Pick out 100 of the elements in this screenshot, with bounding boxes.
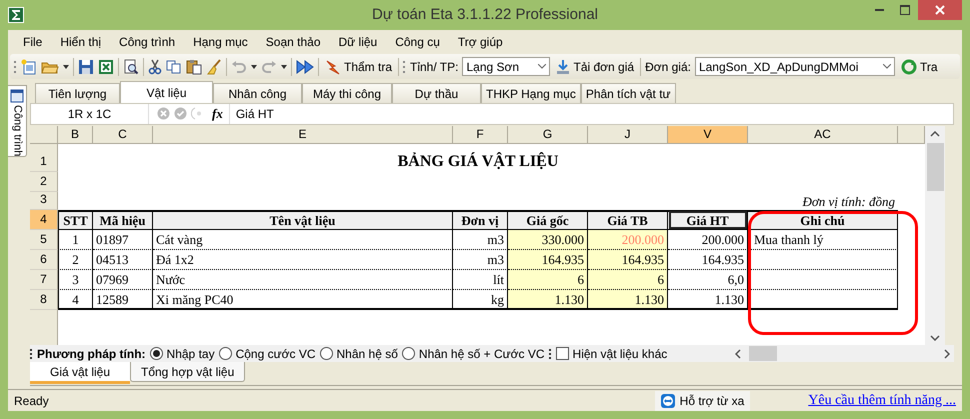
checkbox-label[interactable]: Hiện vật liệu khác bbox=[572, 344, 668, 363]
province-label: Tỉnh/ TP: bbox=[410, 58, 458, 76]
calc-method-label: Phương pháp tính: bbox=[37, 346, 146, 363]
column-header[interactable]: G bbox=[508, 126, 588, 144]
menu-item[interactable]: File bbox=[14, 33, 52, 51]
menu-item[interactable]: Công cụ bbox=[386, 33, 449, 51]
caret-icon[interactable] bbox=[251, 64, 257, 68]
minimize-icon bbox=[874, 9, 884, 11]
close-icon bbox=[935, 5, 945, 15]
tab[interactable]: THKP Hạng mục bbox=[481, 83, 581, 103]
column-header[interactable]: J bbox=[588, 126, 668, 144]
app-logo-icon bbox=[8, 7, 24, 23]
radio-label[interactable]: Nhân hệ số bbox=[336, 344, 398, 363]
radio-button[interactable] bbox=[150, 347, 163, 360]
close-button[interactable] bbox=[918, 0, 962, 20]
table-cell: 164.935 bbox=[588, 250, 668, 270]
sheet-tab[interactable]: Tổng hợp vật liệu bbox=[130, 362, 246, 382]
province-select[interactable]: Lạng Sơn bbox=[462, 57, 550, 76]
column-heading: Giá gốc bbox=[508, 210, 588, 230]
scroll-right-icon[interactable] bbox=[944, 348, 950, 359]
price-set-label: Đơn giá: bbox=[645, 58, 691, 76]
row-header[interactable]: 7 bbox=[30, 270, 58, 290]
new-document-icon[interactable] bbox=[21, 58, 37, 74]
table-cell: 12589 bbox=[93, 290, 153, 310]
caret-icon[interactable] bbox=[281, 64, 287, 68]
table-cell: Nước bbox=[153, 270, 453, 290]
scroll-down-icon[interactable] bbox=[930, 335, 940, 342]
fast-forward-icon[interactable] bbox=[296, 58, 314, 74]
menu-item[interactable]: Hiển thị bbox=[51, 33, 110, 51]
table-cell: 6 bbox=[508, 270, 588, 290]
column-heading: Giá HT bbox=[668, 210, 748, 230]
scroll-left-icon[interactable] bbox=[735, 348, 742, 359]
sheet-tab[interactable]: Giá vật liệu bbox=[30, 362, 130, 384]
column-header[interactable]: V bbox=[668, 126, 748, 144]
spreadsheet-export-icon[interactable] bbox=[98, 58, 114, 74]
row-header[interactable]: 4 bbox=[30, 210, 58, 230]
table-cell: Mua thanh lý bbox=[748, 230, 898, 250]
save-icon[interactable] bbox=[78, 58, 94, 74]
table-cell: 6,0 bbox=[668, 270, 748, 290]
column-header[interactable]: C bbox=[93, 126, 153, 144]
caret-icon[interactable] bbox=[63, 64, 69, 68]
tab[interactable]: Tiên lượng bbox=[35, 83, 120, 103]
print-preview-icon[interactable] bbox=[123, 58, 139, 74]
corner-cell[interactable] bbox=[30, 126, 58, 144]
table-cell: 164.935 bbox=[508, 250, 588, 270]
radio-label[interactable]: Cộng cước VC bbox=[236, 344, 316, 363]
scrollbar-thumb[interactable] bbox=[749, 346, 778, 362]
review-button[interactable]: Thẩm tra bbox=[323, 58, 394, 76]
side-tab[interactable]: Công trình bbox=[8, 85, 27, 157]
tab[interactable]: Phân tích vật tư bbox=[580, 83, 676, 103]
radio-button[interactable] bbox=[402, 347, 415, 360]
download-icon bbox=[556, 58, 570, 74]
menu-item[interactable]: Công trình bbox=[110, 33, 184, 51]
grip-icon bbox=[548, 348, 552, 360]
row-header[interactable]: 6 bbox=[30, 250, 58, 270]
column-header[interactable]: AC bbox=[748, 126, 898, 144]
price-set-select[interactable]: LangSon_XD_ApDungDMMoi bbox=[694, 57, 895, 76]
tab[interactable]: Nhân công bbox=[213, 83, 302, 103]
radio-label[interactable]: Nhập tay bbox=[166, 344, 215, 363]
checkbox[interactable] bbox=[556, 347, 569, 360]
remote-support-icon bbox=[660, 394, 675, 408]
menu-item[interactable]: Soạn thảo bbox=[256, 33, 330, 51]
menu-item[interactable]: Hạng mục bbox=[184, 33, 257, 51]
row-header[interactable]: 2 bbox=[30, 172, 58, 192]
table-cell: Xi măng PC40 bbox=[153, 290, 453, 310]
remote-support-button[interactable]: Hỗ trợ từ xa bbox=[654, 390, 750, 410]
menu-item[interactable]: Trợ giúp bbox=[448, 33, 512, 51]
scrollbar-thumb[interactable] bbox=[926, 142, 944, 191]
chevron-down-icon bbox=[882, 64, 891, 69]
radio-button[interactable] bbox=[218, 347, 232, 360]
row-header-strip bbox=[30, 310, 58, 346]
tab[interactable]: Vật liệu bbox=[120, 81, 213, 103]
table-cell: 4 bbox=[58, 290, 93, 310]
scissors-icon[interactable] bbox=[148, 58, 162, 74]
table-cell: 3 bbox=[58, 270, 93, 290]
feature-request-link[interactable]: Yêu cầu thêm tính năng ... bbox=[808, 390, 956, 411]
lookup-button[interactable]: Tra bbox=[898, 58, 940, 76]
unit-note: Đơn vị tính: đồng bbox=[802, 194, 896, 210]
column-header[interactable]: B bbox=[58, 126, 93, 144]
copy-icon[interactable] bbox=[166, 58, 182, 74]
download-button[interactable]: Tải đơn giá bbox=[554, 58, 636, 76]
row-header[interactable]: 1 bbox=[30, 144, 58, 172]
column-heading: STT bbox=[58, 210, 93, 230]
scroll-up-icon[interactable] bbox=[930, 130, 940, 137]
tab[interactable]: Dự thầu bbox=[392, 83, 481, 103]
radio-label[interactable]: Nhân hệ số + Cước VC bbox=[418, 344, 545, 363]
brush-icon[interactable] bbox=[206, 58, 222, 74]
table-cell: Đá 1x2 bbox=[153, 250, 453, 270]
tab[interactable]: Máy thi công bbox=[302, 83, 392, 103]
row-header[interactable]: 5 bbox=[30, 230, 58, 250]
table-cell: Cát vàng bbox=[153, 230, 453, 250]
column-heading: Tên vật liệu bbox=[153, 210, 453, 230]
menu-item[interactable]: Dữ liệu bbox=[330, 33, 386, 51]
column-header[interactable]: E bbox=[153, 126, 453, 144]
column-header[interactable]: F bbox=[453, 126, 508, 144]
table-cell: 200.000 bbox=[668, 230, 748, 250]
row-header[interactable]: 3 bbox=[30, 192, 58, 210]
radio-button[interactable] bbox=[320, 347, 333, 360]
row-header[interactable]: 8 bbox=[30, 290, 58, 310]
paste-icon[interactable] bbox=[186, 58, 202, 74]
